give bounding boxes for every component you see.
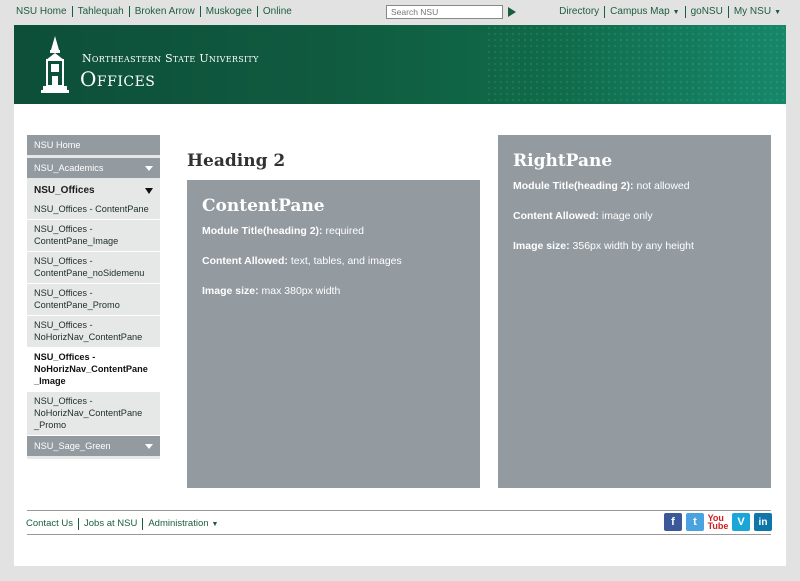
seminary-tower-logo-icon[interactable]: [41, 36, 69, 94]
facebook-icon[interactable]: f: [664, 513, 682, 531]
administration-label: Administration: [148, 518, 209, 529]
dropdown-caret-icon: ▼: [672, 9, 680, 16]
footer-bottom-divider: [27, 534, 771, 535]
sidebar-item[interactable]: NSU_Offices - ContentPane_Image: [27, 220, 160, 252]
sidebar-item-label: NSU_Offices - ContentPane_Image: [34, 224, 119, 246]
rule-label: Content Allowed:: [202, 255, 288, 267]
footer-links: Contact Us Jobs at NSU Administration ▼: [26, 518, 223, 530]
dropdown-caret-icon: ▼: [211, 521, 219, 528]
sidebar-item[interactable]: NSU_Offices - NoHorizNav_ContentPane: [27, 316, 160, 348]
broken-arrow-link[interactable]: Broken Arrow: [130, 6, 201, 17]
rule-label: Image size:: [202, 285, 259, 297]
right-pane-title: RightPane: [513, 151, 613, 171]
my-nsu-link[interactable]: My NSU ▼: [729, 6, 786, 18]
collapse-arrow-icon: [145, 188, 153, 194]
sidebar-item-label: NSU_Offices - ContentPane_noSidemenu: [34, 256, 145, 278]
gonsu-link[interactable]: goNSU: [686, 6, 729, 18]
university-name: Northeastern State University: [82, 52, 259, 65]
utility-links: Directory Campus Map ▼ goNSU My NSU ▼: [554, 6, 786, 18]
tahlequah-link[interactable]: Tahlequah: [73, 6, 130, 17]
sidebar-item-label: NSU_Sage_Green: [34, 441, 111, 451]
page-heading: Heading 2: [187, 151, 286, 171]
sidebar-section-0[interactable]: NSU Home: [27, 135, 160, 155]
sidebar-section-1[interactable]: NSU_Academics: [27, 158, 160, 178]
directory-link[interactable]: Directory: [554, 6, 606, 18]
sidebar-item-active[interactable]: NSU_Offices - NoHorizNav_ContentPane _Im…: [27, 348, 160, 392]
rule-value: text, tables, and images: [287, 255, 402, 267]
administration-link[interactable]: Administration ▼: [143, 518, 223, 530]
image-size-rule: Image size: 356px width by any height: [513, 240, 756, 253]
top-utility-bar: NSU Home Tahlequah Broken Arrow Muskogee…: [0, 0, 800, 24]
site-title: Offices: [80, 67, 156, 91]
main-content-area: NSU Home NSU_Academics NSU_Offices NSU_Offi…: [14, 104, 786, 566]
nsu-home-link[interactable]: NSU Home: [14, 6, 73, 17]
sidebar-item-label: NSU_Offices - ContentPane_Promo: [34, 288, 120, 310]
rule-value: max 380px width: [258, 285, 341, 297]
muskogee-link[interactable]: Muskogee: [201, 6, 258, 17]
rule-label: Module Title(heading 2):: [202, 225, 323, 237]
my-nsu-label: My NSU: [733, 6, 772, 17]
rule-value: not allowed: [633, 180, 690, 192]
sidebar-item[interactable]: NSU_Offices - NoHorizNav_ContentPane _Pr…: [27, 392, 160, 436]
site-banner: Northeastern State University Offices: [14, 25, 786, 104]
campus-links: NSU Home Tahlequah Broken Arrow Muskogee…: [14, 6, 297, 17]
dropdown-caret-icon: ▼: [774, 9, 781, 16]
content-allowed-rule: Content Allowed: text, tables, and image…: [202, 255, 465, 268]
sidebar-item-label: NSU_Offices: [34, 185, 95, 196]
sidebar-item-label: NSU_Offices - NoHorizNav_ContentPane _Pr…: [34, 396, 143, 430]
youtube-icon[interactable]: You Tube: [708, 513, 729, 531]
online-link[interactable]: Online: [258, 6, 297, 17]
search-go-icon[interactable]: [508, 7, 516, 17]
expand-arrow-icon: [145, 444, 153, 449]
sidebar-item-label: NSU_Offices - NoHorizNav_ContentPane: [34, 320, 143, 342]
sidebar-item-label: NSU_Offices - NoHorizNav_ContentPane _Im…: [34, 352, 148, 386]
rule-value: image only: [598, 210, 653, 222]
expand-arrow-icon: [145, 166, 153, 171]
rule-label: Module Title(heading 2):: [513, 180, 634, 192]
sidebar-item[interactable]: NSU_Offices - ContentPane_noSidemenu: [27, 252, 160, 284]
footer-divider: [27, 510, 771, 511]
module-title-rule: Module Title(heading 2): required: [202, 225, 465, 238]
search-input[interactable]: [386, 5, 503, 19]
sidebar-item[interactable]: NSU_Offices - ContentPane: [27, 200, 160, 220]
content-allowed-rule: Content Allowed: image only: [513, 210, 756, 223]
linkedin-icon[interactable]: in: [754, 513, 772, 531]
sidebar-item[interactable]: NSU_Offices - ContentPane_Promo: [27, 284, 160, 316]
banner-pattern: [486, 25, 786, 104]
campus-map-link[interactable]: Campus Map ▼: [605, 6, 686, 18]
contact-us-link[interactable]: Contact Us: [26, 518, 79, 530]
jobs-link[interactable]: Jobs at NSU: [79, 518, 144, 530]
sidebar-section-open[interactable]: NSU_Offices: [27, 181, 160, 200]
content-pane-title: ContentPane: [202, 196, 325, 216]
sidebar-item-label: NSU Home: [34, 140, 81, 150]
content-pane: ContentPane Module Title(heading 2): req…: [187, 180, 480, 488]
rule-value: required: [322, 225, 365, 237]
social-links: f t You Tube V in: [664, 513, 772, 531]
sidebar-item-label: NSU_Academics: [34, 163, 104, 173]
campus-map-label: Campus Map: [610, 6, 670, 17]
image-size-rule: Image size: max 380px width: [202, 285, 465, 298]
sidebar-item-label: NSU_Offices - ContentPane: [34, 204, 149, 214]
module-title-rule: Module Title(heading 2): not allowed: [513, 180, 756, 193]
twitter-icon[interactable]: t: [686, 513, 704, 531]
vimeo-icon[interactable]: V: [732, 513, 750, 531]
side-menu: NSU Home NSU_Academics NSU_Offices NSU_Offi…: [27, 135, 160, 459]
rule-label: Content Allowed:: [513, 210, 599, 222]
right-pane: RightPane Module Title(heading 2): not a…: [498, 135, 771, 488]
rule-value: 356px width by any height: [569, 240, 694, 252]
rule-label: Image size:: [513, 240, 570, 252]
sidebar-section-10[interactable]: NSU_Sage_Green: [27, 436, 160, 456]
